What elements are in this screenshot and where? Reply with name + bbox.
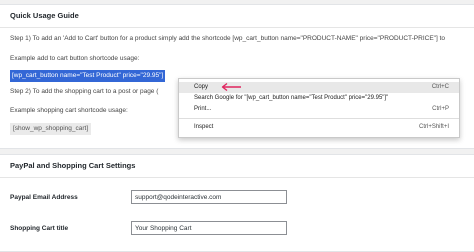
add-to-cart-shortcode-selected[interactable]: [wp_cart_button name="Test Product" pric… xyxy=(10,70,166,82)
shopping-cart-title-label: Shopping Cart title xyxy=(10,225,69,232)
context-menu-item-print[interactable]: Print... Ctrl+P xyxy=(179,104,459,115)
paypal-email-label: Paypal Email Address xyxy=(10,194,78,201)
context-menu-item-label: Inspect xyxy=(194,124,214,130)
example-cart-label: Example shopping cart shortcode usage: xyxy=(10,107,128,114)
left-arrow-icon xyxy=(221,82,241,92)
divider xyxy=(0,27,474,28)
shopping-cart-shortcode[interactable]: [show_wp_shopping_cart] xyxy=(10,123,92,135)
context-menu-item-shortcut: Ctrl+C xyxy=(431,84,449,90)
context-menu-item-inspect[interactable]: Inspect Ctrl+Shift+I xyxy=(179,122,459,133)
shopping-cart-title-field[interactable] xyxy=(131,221,287,235)
context-menu-item-label: Print... xyxy=(194,106,212,112)
context-menu-item-search-google[interactable]: Search Google for "[wp_cart_button name=… xyxy=(179,93,459,104)
panel-title-quick-usage: Quick Usage Guide xyxy=(10,11,79,20)
step2-text: Step 2) To add the shopping cart to a po… xyxy=(10,88,159,95)
context-menu-item-label: Search Google for "[wp_cart_button name=… xyxy=(194,95,389,101)
context-menu-item-shortcut: Ctrl+Shift+I xyxy=(418,124,449,130)
divider xyxy=(0,177,474,178)
panel-title-paypal-settings: PayPal and Shopping Cart Settings xyxy=(10,161,136,170)
step1-text: Step 1) To add an 'Add to Cart' button f… xyxy=(10,35,446,42)
context-menu-item-label: Copy xyxy=(194,84,209,90)
example-add-label: Example add to cart button shortcode usa… xyxy=(10,55,140,62)
paypal-email-field[interactable] xyxy=(131,190,287,204)
context-menu-separator xyxy=(179,118,459,119)
context-menu-item-shortcut: Ctrl+P xyxy=(432,106,449,112)
paypal-settings-panel: PayPal and Shopping Cart Settings Paypal… xyxy=(0,154,474,252)
